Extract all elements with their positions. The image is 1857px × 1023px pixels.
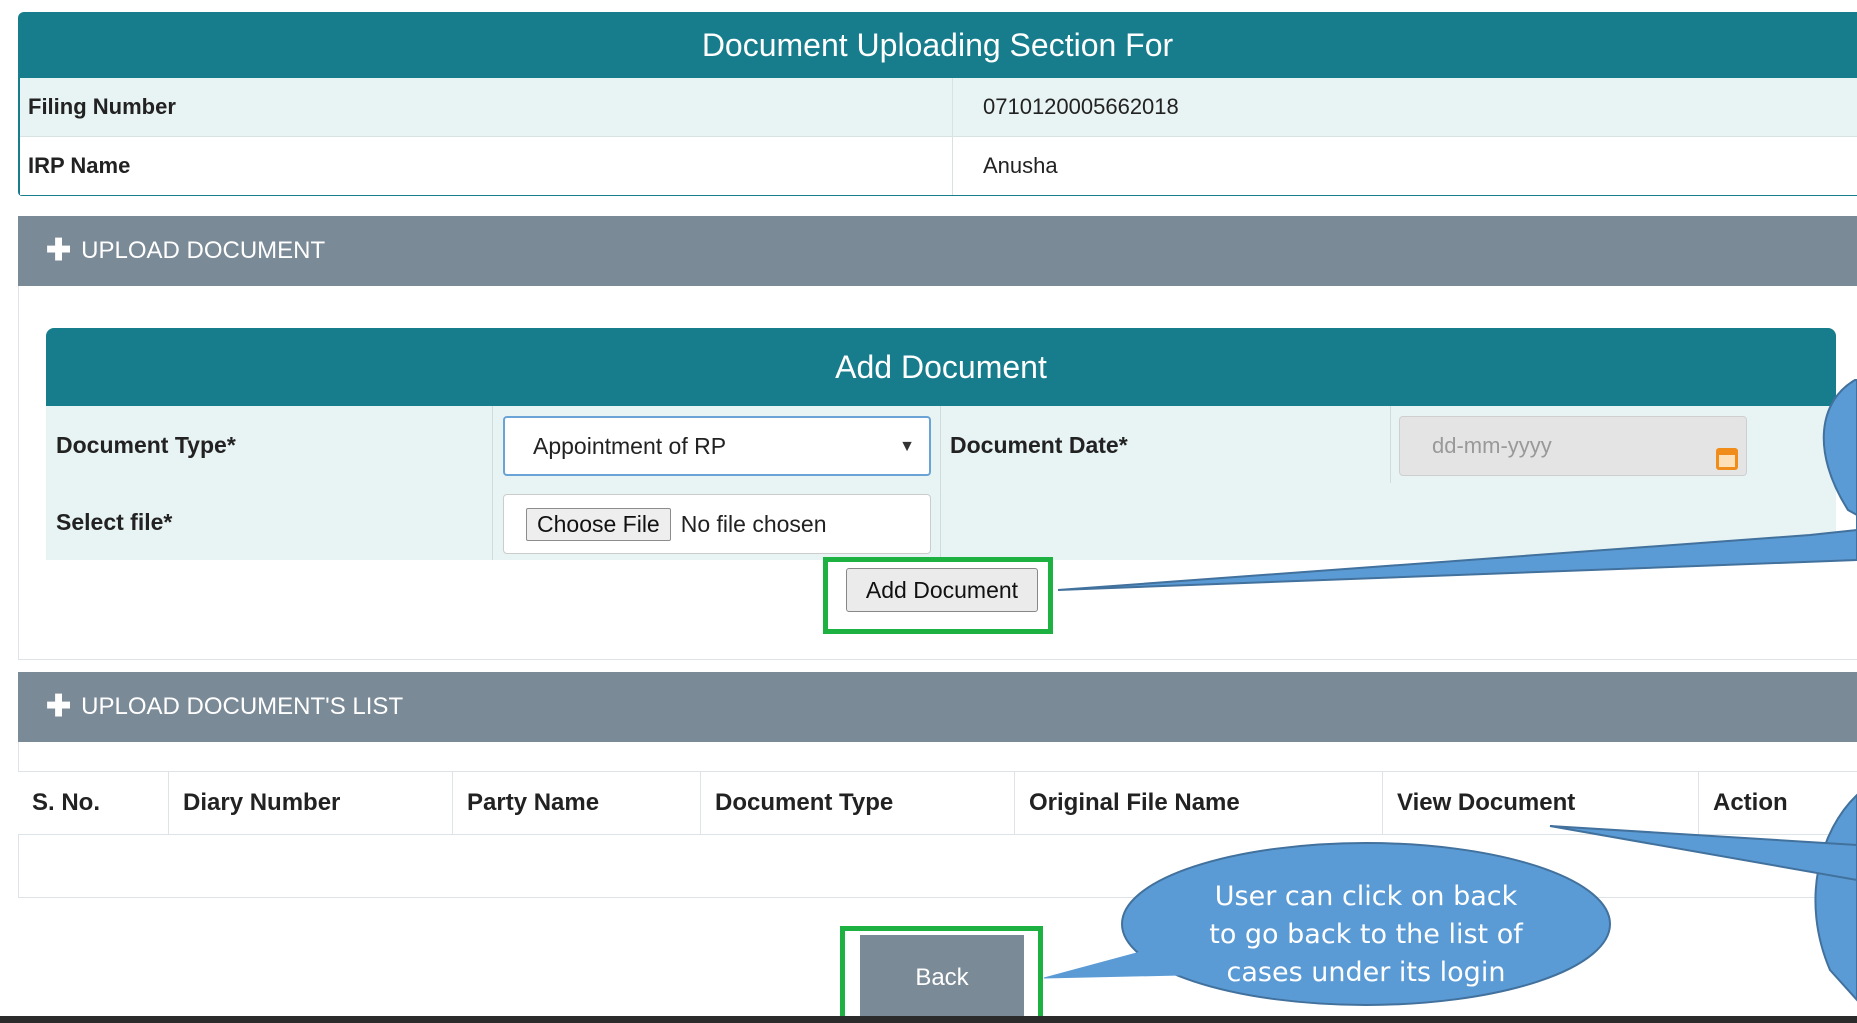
callout-shape (1057, 379, 1857, 591)
callout-text: User can click on back to go back to the… (1196, 878, 1536, 992)
callout-line: User can click on back (1214, 881, 1518, 912)
callout-pointer (1043, 947, 1182, 979)
callout-line: to go back to the list of (1209, 919, 1523, 950)
callout-shape (1814, 793, 1857, 1002)
callout-pointer (1549, 825, 1857, 882)
callout-line: cases under its login (1226, 957, 1506, 988)
callout-overlay (1043, 379, 1857, 1006)
